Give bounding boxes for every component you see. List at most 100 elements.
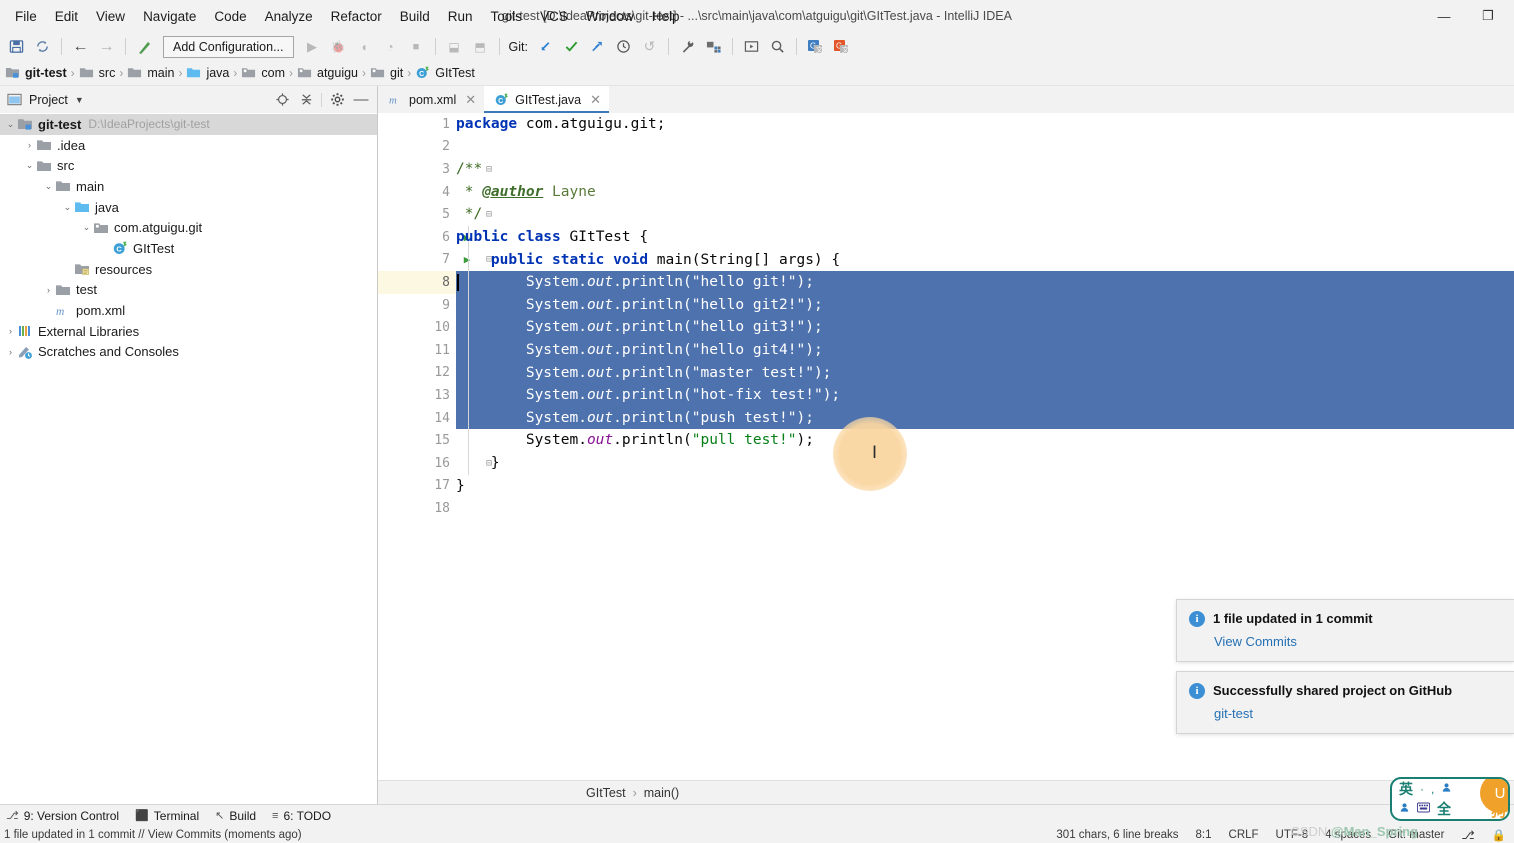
tree-item-git-test[interactable]: ⌄ git-test D:\IdeaProjects\git-test (0, 114, 377, 135)
menu-item-navigate[interactable]: Navigate (134, 6, 205, 27)
editor-breadcrumb[interactable]: GItTest › main() (378, 780, 1514, 804)
tree-expander-icon[interactable]: ⌄ (61, 202, 74, 213)
tree-item-com-atguigu-git[interactable]: ⌄ com.atguigu.git (0, 217, 377, 238)
menu-item-code[interactable]: Code (205, 6, 255, 27)
stop-icon[interactable]: ■ (404, 34, 429, 59)
profile-icon[interactable]: ◔ (378, 34, 403, 59)
status-item-0[interactable]: 301 chars, 6 line breaks (1056, 829, 1178, 841)
editor-breadcrumb-gittest[interactable]: GItTest (586, 786, 626, 800)
status-item-1[interactable]: 8:1 (1196, 829, 1212, 841)
ime-toolbar[interactable]: 英 · , 全 狗 U (1390, 777, 1510, 821)
code-line-2[interactable] (456, 136, 1514, 159)
sync-icon[interactable] (30, 34, 55, 59)
code-line-17[interactable]: } (456, 475, 1514, 498)
code-line-4[interactable]: * @author Layne (456, 181, 1514, 204)
status-item-7[interactable]: 🔒 (1492, 828, 1506, 842)
git-update-icon[interactable] (533, 34, 558, 59)
breadcrumb-item-com[interactable]: com (238, 65, 288, 81)
close-icon[interactable]: ✕ (590, 92, 601, 108)
tree-expander-icon[interactable]: › (23, 140, 36, 150)
editor-area[interactable]: 1 2 3 ⊟ 4 5 ⊟ 6 ▶ 7 ▶ ⊟ 8 9 10 11 12 13 14 15 16 ⊟ 17 18 packag… (378, 113, 1514, 780)
save-all-icon[interactable] (4, 34, 29, 59)
breadcrumb-item-git-test[interactable]: git-test (2, 65, 70, 81)
ime-keyboard-icon[interactable] (1416, 802, 1431, 816)
tool-window-6-todo[interactable]: ≡ 6: TODO (272, 809, 331, 823)
tree-item-pom-xml[interactable]: m pom.xml (0, 300, 377, 321)
hide-panel-icon[interactable]: — (349, 89, 373, 111)
tree-item-resources[interactable]: resources (0, 259, 377, 280)
tree-expander-icon[interactable]: › (4, 326, 17, 336)
settings-icon[interactable] (675, 34, 700, 59)
close-icon[interactable]: ✕ (465, 92, 476, 108)
tool-window-terminal[interactable]: ⬛ Terminal (135, 809, 199, 823)
code-line-18[interactable] (456, 497, 1514, 520)
menu-item-analyze[interactable]: Analyze (256, 6, 322, 27)
project-structure-icon[interactable] (701, 34, 726, 59)
code-line-11[interactable]: System.out.println("hello git4!"); (456, 339, 1514, 362)
navigate-back-icon[interactable]: ← (68, 34, 93, 59)
gear-icon[interactable] (325, 89, 349, 111)
tree-item-external-libraries[interactable]: › External Libraries (0, 321, 377, 342)
code-line-9[interactable]: System.out.println("hello git2!"); (456, 294, 1514, 317)
breadcrumb-item-main[interactable]: main (124, 65, 177, 81)
git-rollback-icon[interactable]: ↺ (637, 34, 662, 59)
menu-item-edit[interactable]: Edit (46, 6, 87, 27)
ime-user-icon[interactable] (1441, 782, 1452, 796)
code-line-3[interactable]: /** (456, 158, 1514, 181)
menu-item-vcs[interactable]: VCS (531, 6, 577, 27)
tree-item-test[interactable]: › test (0, 280, 377, 301)
navigate-forward-icon[interactable]: → (94, 34, 119, 59)
run-icon[interactable]: ▶ (300, 34, 325, 59)
editor-gutter[interactable]: 1 2 3 ⊟ 4 5 ⊟ 6 ▶ 7 ▶ ⊟ 8 9 10 11 12 13 14 15 16 ⊟ 17 18 (378, 113, 492, 780)
maximize-button[interactable]: ❐ (1466, 1, 1510, 31)
commit-icon[interactable]: ⬒ (468, 34, 493, 59)
code-line-1[interactable]: package com.atguigu.git; (456, 113, 1514, 136)
breadcrumb-item-atguigu[interactable]: atguigu (294, 65, 361, 81)
code-line-10[interactable]: System.out.println("hello git3!"); (456, 316, 1514, 339)
build-icon[interactable] (132, 34, 157, 59)
layout-icon[interactable] (739, 34, 764, 59)
git-push-icon[interactable] (585, 34, 610, 59)
tool-window-build[interactable]: ↖ Build (215, 809, 256, 823)
code-line-16[interactable]: } (456, 452, 1514, 475)
locate-icon[interactable] (270, 89, 294, 111)
git-commit-icon[interactable] (559, 34, 584, 59)
ime-full-width-label[interactable]: 全 (1437, 799, 1451, 819)
tree-item-gittest[interactable]: C GItTest (0, 238, 377, 259)
search-everywhere-icon[interactable] (765, 34, 790, 59)
ime-comma-icon[interactable]: , (1431, 782, 1434, 796)
code-line-6[interactable]: public class GItTest { (456, 226, 1514, 249)
tree-item-scratches-and-consoles[interactable]: › Scratches and Consoles (0, 342, 377, 363)
google-translate-blue-icon[interactable]: G文 (803, 34, 828, 59)
tree-expander-icon[interactable]: › (42, 285, 55, 295)
menu-item-help[interactable]: Help (643, 6, 689, 27)
breadcrumb-item-src[interactable]: src (76, 65, 119, 81)
chevron-down-icon[interactable]: ▼ (75, 95, 84, 105)
breadcrumb-item-java[interactable]: java (183, 65, 232, 81)
tree-item-java[interactable]: ⌄ java (0, 197, 377, 218)
code-line-14[interactable]: System.out.println("push test!"); (456, 407, 1514, 430)
ime-person2-icon[interactable] (1399, 802, 1410, 816)
editor-tab-pom-xml[interactable]: m pom.xml ✕ (378, 86, 485, 113)
tree-expander-icon[interactable]: › (4, 347, 17, 357)
tool-window-9-version-control[interactable]: ⎇ 9: Version Control (6, 809, 119, 823)
menu-item-refactor[interactable]: Refactor (322, 6, 391, 27)
add-configuration-button[interactable]: Add Configuration... (163, 35, 294, 58)
status-item-6[interactable]: ⎇ (1461, 828, 1474, 842)
tree-expander-icon[interactable]: ⌄ (23, 160, 36, 171)
ime-mode-label[interactable]: 英 (1399, 779, 1413, 799)
tree-item-src[interactable]: ⌄ src (0, 155, 377, 176)
tree-expander-icon[interactable]: ⌄ (42, 181, 55, 192)
breadcrumb-item-gittest[interactable]: C GItTest (412, 65, 478, 81)
run-with-coverage-icon[interactable]: ◖ (352, 34, 377, 59)
tree-expander-icon[interactable]: ⌄ (80, 222, 93, 233)
tree-item--idea[interactable]: › .idea (0, 135, 377, 156)
git-history-icon[interactable] (611, 34, 636, 59)
menu-item-run[interactable]: Run (439, 6, 482, 27)
menu-item-file[interactable]: File (6, 6, 46, 27)
menu-item-build[interactable]: Build (391, 6, 439, 27)
code-line-12[interactable]: System.out.println("master test!"); (456, 362, 1514, 385)
code-line-5[interactable]: */ (456, 203, 1514, 226)
code-line-8[interactable]: System.out.println("hello git!"); (456, 271, 1514, 294)
update-project-icon[interactable]: ⬓ (442, 34, 467, 59)
